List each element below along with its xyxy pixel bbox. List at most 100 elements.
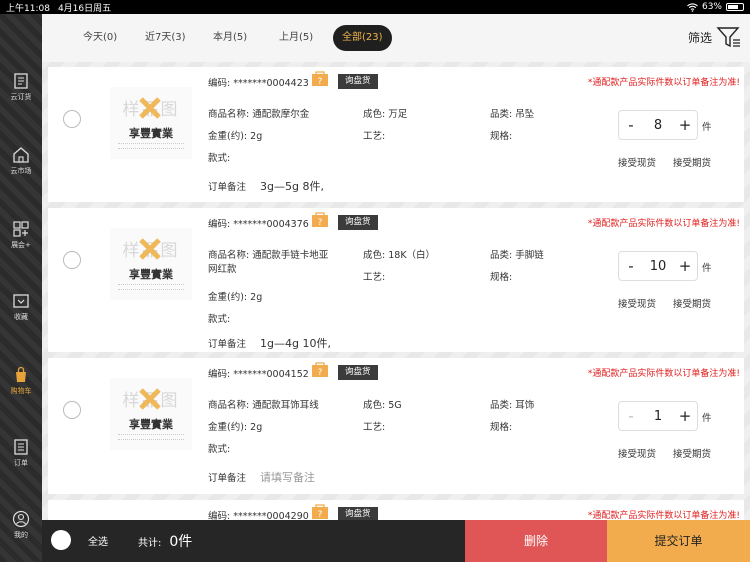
code-label: 编码: <box>208 369 231 380</box>
total-value: 0件 <box>169 534 193 550</box>
remark-value[interactable]: 3g—5g 8件, <box>260 180 324 193</box>
product-code: 编码: *******0004152 <box>208 366 309 380</box>
category-value: 耳饰 <box>515 400 535 411</box>
battery-icon <box>726 3 744 11</box>
quantity-value[interactable]: 10 <box>643 259 673 274</box>
quantity-value[interactable]: 1 <box>643 409 673 424</box>
category-label: 品类: <box>490 250 513 261</box>
sidebar-item-order[interactable]: 订单 <box>0 438 42 468</box>
profile-icon <box>12 510 30 528</box>
accept-future-option[interactable]: 接受期货 <box>673 446 711 460</box>
status-date: 4月16日周五 <box>57 3 112 14</box>
sidebar-item-label: 展会+ <box>11 241 31 249</box>
thumb-brand: 享豐實業 <box>129 127 173 140</box>
name-value: 通配款手链卡地亚 <box>252 250 329 261</box>
gold-weight: 金重(约): 2g <box>208 291 262 305</box>
filter-button[interactable]: 筛选 <box>688 24 742 50</box>
cart-item-card: 样品图 享豐實業 编码: *******0004152 ? 询盘货 *通配款产品… <box>48 358 744 494</box>
increase-button[interactable]: + <box>673 407 697 425</box>
item-select-radio[interactable] <box>63 251 81 269</box>
quantity-stepper: - 8 + <box>618 110 698 140</box>
sidebar-item-market[interactable]: 云市场 <box>0 146 42 176</box>
code-value: *******0004376 <box>233 219 309 230</box>
order-remark[interactable]: 订单备注 请填写备注 <box>208 469 315 485</box>
submit-order-button[interactable]: 提交订单 <box>607 520 750 562</box>
gold-weight: 金重(约): 2g <box>208 421 262 435</box>
sidebar-item-cart[interactable]: 购物车 <box>0 366 42 396</box>
product-image[interactable]: 样品图 享豐實業 <box>110 228 192 300</box>
remark-value[interactable]: 1g—4g 10件, <box>260 337 331 350</box>
item-select-radio[interactable] <box>63 110 81 128</box>
product-code: 编码: *******0004376 <box>208 216 309 230</box>
logo-mark-icon <box>139 238 161 260</box>
question-bag-icon: ? <box>312 212 328 228</box>
accept-future-option[interactable]: 接受期货 <box>673 296 711 310</box>
tab-bar: 今天(0) 近7天(3) 本月(5) 上月(5) 全部(23) 筛选 <box>42 14 750 62</box>
exhibition-icon <box>13 221 29 237</box>
remark-input[interactable]: 请填写备注 <box>260 471 315 484</box>
accept-spot-option[interactable]: 接受现货 <box>618 155 656 169</box>
battery-percent: 63% <box>701 2 722 12</box>
question-bag-icon: ? <box>312 504 328 520</box>
tab-this-month[interactable]: 本月(5) <box>204 25 256 51</box>
accept-spot-option[interactable]: 接受现货 <box>618 446 656 460</box>
svg-text:?: ? <box>318 368 323 378</box>
sidebar-item-favorite[interactable]: 收藏 <box>0 292 42 322</box>
accept-future-option[interactable]: 接受期货 <box>673 155 711 169</box>
total-label: 共计: <box>138 538 162 549</box>
decrease-button[interactable]: - <box>619 257 643 275</box>
style: 款式: <box>208 153 231 164</box>
market-icon <box>13 147 29 163</box>
wildcard-notice: *通配款产品实际件数以订单备注为准! <box>587 78 740 88</box>
sidebar-item-cloud-order[interactable]: 云订货 <box>0 72 42 102</box>
inquiry-badge: 询盘货 <box>338 365 378 380</box>
tab-today[interactable]: 今天(0) <box>74 25 126 51</box>
sidebar-item-label: 云市场 <box>10 167 32 175</box>
spec: 规格: <box>490 272 513 283</box>
weight-value: 2g <box>250 292 263 303</box>
code-label: 编码: <box>208 78 231 89</box>
accept-spot-option[interactable]: 接受现货 <box>618 296 656 310</box>
category: 品类: 吊坠 <box>490 108 534 122</box>
increase-button[interactable]: + <box>673 257 697 275</box>
tab-last-7-days[interactable]: 近7天(3) <box>136 25 195 51</box>
quantity-stepper: - 1 + <box>618 401 698 431</box>
decrease-button[interactable]: - <box>619 407 643 425</box>
thumb-brand: 享豐實業 <box>129 268 173 281</box>
product-name: 商品名称: 通配款手链卡地亚 网红款 <box>208 249 358 277</box>
tab-last-month[interactable]: 上月(5) <box>270 25 322 51</box>
style: 款式: <box>208 444 231 455</box>
item-select-radio[interactable] <box>63 401 81 419</box>
category-label: 品类: <box>490 400 513 411</box>
quantity-value[interactable]: 8 <box>643 118 673 133</box>
order-remark[interactable]: 订单备注 1g—4g 10件, <box>208 335 331 351</box>
quantity-unit: 件 <box>702 122 712 133</box>
name-value-line2: 网红款 <box>208 264 237 275</box>
product-image[interactable]: 样品图 享豐實業 <box>110 87 192 159</box>
quantity-unit: 件 <box>702 263 712 274</box>
sidebar-item-exhibition[interactable]: 展会+ <box>0 220 42 250</box>
sidebar-item-profile[interactable]: 我的 <box>0 510 42 540</box>
tab-all[interactable]: 全部(23) <box>333 25 392 51</box>
decrease-button[interactable]: - <box>619 116 643 134</box>
product-name: 商品名称: 通配款耳饰耳线 <box>208 399 319 413</box>
sidebar-item-label: 我的 <box>14 531 28 539</box>
select-all-radio[interactable] <box>51 530 71 550</box>
order-remark[interactable]: 订单备注 3g—5g 8件, <box>208 178 324 194</box>
select-all-label[interactable]: 全选 <box>88 533 108 548</box>
inquiry-badge: 询盘货 <box>338 215 378 230</box>
category-value: 手脚链 <box>515 250 544 261</box>
logo-mark-icon <box>139 388 161 410</box>
cart-item-card: 样品图 享豐實業 编码: *******0004423 ? 询盘货 *通配款产品… <box>48 67 744 202</box>
fineness: 成色: 万足 <box>363 108 407 122</box>
main-content: 今天(0) 近7天(3) 本月(5) 上月(5) 全部(23) 筛选 样品图 享… <box>42 14 750 562</box>
sidebar: 云订货 云市场 展会+ 收藏 购物车 订单 我的 <box>0 14 42 562</box>
delete-button[interactable]: 删除 <box>465 520 607 562</box>
weight-value: 2g <box>250 131 263 142</box>
craft: 工艺: <box>363 272 386 283</box>
product-image[interactable]: 样品图 享豐實業 <box>110 378 192 450</box>
increase-button[interactable]: + <box>673 116 697 134</box>
inquiry-badge: 询盘货 <box>338 74 378 89</box>
sidebar-item-label: 云订货 <box>10 93 32 101</box>
sidebar-item-label: 收藏 <box>14 313 28 321</box>
